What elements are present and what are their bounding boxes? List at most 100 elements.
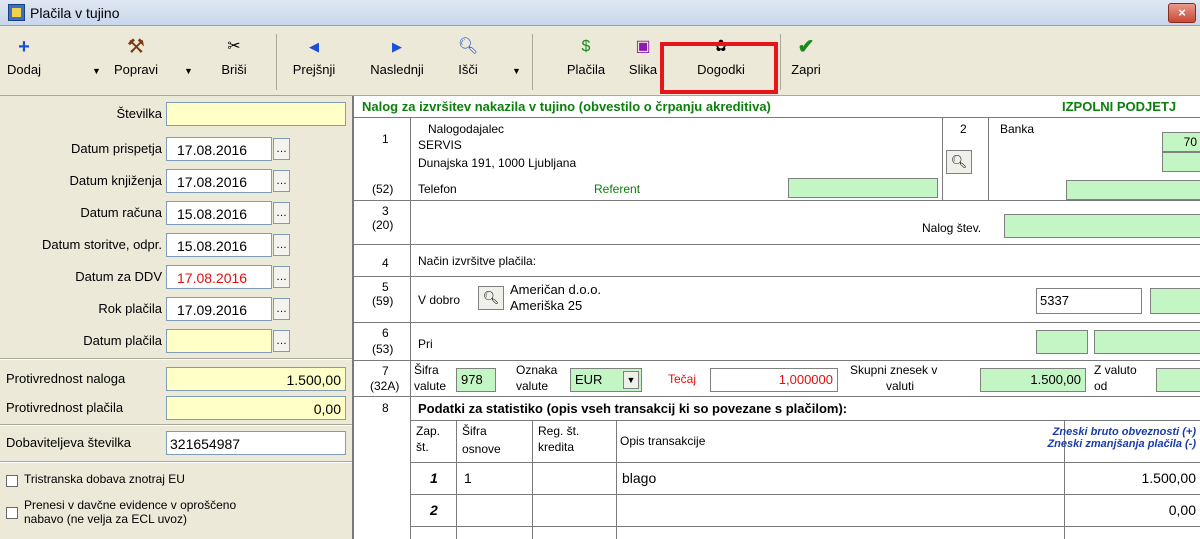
- close-window-button[interactable]: ×: [1168, 3, 1196, 23]
- date-picker-button[interactable]: …: [273, 298, 290, 320]
- title-bar: Plačila v tujino ×: [0, 0, 1200, 26]
- invoice-date-input[interactable]: 15.08.2016: [166, 201, 272, 225]
- supplier-number-row: Dobaviteljeva številka 321654987: [0, 429, 352, 457]
- beneficiary-code-input[interactable]: 5337: [1036, 288, 1142, 314]
- date-label: Datum knjiženja: [69, 173, 163, 188]
- divider: [410, 526, 1200, 527]
- edit-dropdown-arrow[interactable]: ▼: [184, 66, 193, 76]
- currency-code-label: Šifra: [414, 363, 439, 377]
- beneficiary-extra-input[interactable]: [1150, 288, 1200, 314]
- with-currency-input[interactable]: [1156, 368, 1200, 392]
- bank-input-3[interactable]: [1066, 180, 1200, 200]
- column-header: Zneski bruto obveznosti (+): [1052, 426, 1196, 438]
- section-number: 5: [382, 280, 389, 294]
- row-amount: 1.500,00: [1141, 470, 1197, 486]
- previous-button[interactable]: ◀ Prejšnji: [284, 32, 344, 92]
- bank-input-2[interactable]: [1162, 152, 1200, 172]
- search-ordering-bank-button[interactable]: 🔍︎: [946, 150, 972, 174]
- payment-date-input[interactable]: [166, 329, 272, 353]
- add-button[interactable]: + Dodaj: [4, 32, 44, 92]
- currency-select[interactable]: EUR ▼: [570, 368, 642, 392]
- referent-input[interactable]: [788, 178, 938, 198]
- vat-date-input[interactable]: 17.08.2016: [166, 265, 272, 289]
- currency-select-value: EUR: [575, 372, 603, 387]
- date-label: Datum plačila: [83, 333, 162, 348]
- search-dropdown-arrow[interactable]: ▼: [512, 66, 521, 76]
- supplier-number-input[interactable]: 321654987: [166, 431, 346, 455]
- section-code: (59): [372, 294, 394, 308]
- divider: [532, 420, 533, 539]
- date-picker-button[interactable]: …: [273, 138, 290, 160]
- close-button[interactable]: ✔ Zapri: [786, 32, 826, 92]
- order-value-input[interactable]: 1.500,00: [166, 367, 346, 391]
- magnifier-icon: 🔍︎: [457, 38, 479, 55]
- divider: [0, 461, 352, 463]
- currency-code-label: valute: [414, 379, 447, 393]
- order-number-input[interactable]: [1004, 214, 1200, 238]
- number-label: Številka: [116, 106, 162, 121]
- number-input[interactable]: [166, 102, 346, 126]
- toolbar-separator: [532, 34, 533, 90]
- payment-value-input[interactable]: 0,00: [166, 396, 346, 420]
- divider: [942, 117, 943, 200]
- search-beneficiary-button[interactable]: 🔍︎: [478, 286, 504, 310]
- left-panel: Številka Datum prispetja 17.08.2016 … Da…: [0, 96, 352, 539]
- rate-input[interactable]: 1,000000: [710, 368, 838, 392]
- ordering-party-address: Dunajska 191, 1000 Ljubljana: [418, 156, 577, 170]
- number-row: Številka: [0, 100, 352, 128]
- column-header: Zneski zmanjšanja plačila (-): [1047, 438, 1196, 450]
- beneficiary-address: Ameriška 25: [510, 298, 583, 313]
- column-header: Šifra: [462, 424, 487, 438]
- divider: [456, 420, 457, 539]
- add-dropdown-arrow[interactable]: ▼: [92, 66, 101, 76]
- magnifier-icon: 🔍︎: [482, 290, 500, 305]
- divider: [354, 200, 1200, 201]
- at-bank-input-2[interactable]: [1094, 330, 1200, 354]
- magnifier-icon: 🔍︎: [950, 154, 968, 169]
- toolbar-separator: [780, 34, 781, 90]
- posting-date-input[interactable]: 17.08.2016: [166, 169, 272, 193]
- window-title: Plačila v tujino: [30, 5, 120, 21]
- transfer-checkbox[interactable]: [6, 507, 18, 519]
- delete-button[interactable]: ✂ Briši: [214, 32, 254, 92]
- date-picker-button[interactable]: …: [273, 266, 290, 288]
- arrival-date-input[interactable]: 17.08.2016: [166, 137, 272, 161]
- date-picker-button[interactable]: …: [273, 170, 290, 192]
- date-row: Datum računa 15.08.2016 …: [0, 199, 352, 227]
- scissors-icon: ✂: [227, 38, 241, 55]
- date-picker-button[interactable]: …: [273, 330, 290, 352]
- divider: [0, 358, 352, 360]
- edit-button[interactable]: ⚒ Popravi: [106, 32, 166, 92]
- column-header: Zap.: [416, 424, 441, 438]
- column-header: št.: [416, 440, 429, 454]
- events-highlight-box: [660, 42, 778, 94]
- next-button[interactable]: ▶ Naslednji: [362, 32, 432, 92]
- at-bank-input-1[interactable]: [1036, 330, 1088, 354]
- ordering-party-label: Nalogodajalec: [428, 122, 505, 136]
- payment-order-form: Nalog za izvršitev nakazila v tujino (ob…: [352, 96, 1200, 539]
- arrow-right-icon: ▶: [392, 39, 402, 54]
- plus-icon: +: [18, 36, 30, 58]
- payment-value-row: Protivrednost plačila 0,00: [0, 394, 352, 422]
- date-picker-button[interactable]: …: [273, 234, 290, 256]
- tripartite-checkbox[interactable]: [6, 475, 18, 487]
- image-button[interactable]: ▣ Slika: [626, 32, 660, 92]
- section-number: 8: [382, 401, 389, 415]
- column-header: kredita: [538, 440, 575, 454]
- due-date-input[interactable]: 17.09.2016: [166, 297, 272, 321]
- date-label: Rok plačila: [98, 301, 162, 316]
- section-code: (52): [372, 182, 394, 196]
- divider: [354, 360, 1200, 361]
- service-date-input[interactable]: 15.08.2016: [166, 233, 272, 257]
- credit-label: V dobro: [418, 293, 461, 307]
- date-picker-button[interactable]: …: [273, 202, 290, 224]
- currency-code-input[interactable]: 978: [456, 368, 496, 392]
- chevron-down-icon[interactable]: ▼: [623, 371, 639, 389]
- search-button[interactable]: 🔍︎ Išči: [448, 32, 488, 92]
- total-amount-input[interactable]: 1.500,00: [980, 368, 1086, 392]
- date-row: Datum prispetja 17.08.2016 …: [0, 135, 352, 163]
- section-code: (32A): [370, 379, 400, 393]
- bank-input[interactable]: 70: [1162, 132, 1200, 152]
- section-number: 7: [382, 364, 389, 378]
- payments-button[interactable]: $ Plačila: [556, 32, 616, 92]
